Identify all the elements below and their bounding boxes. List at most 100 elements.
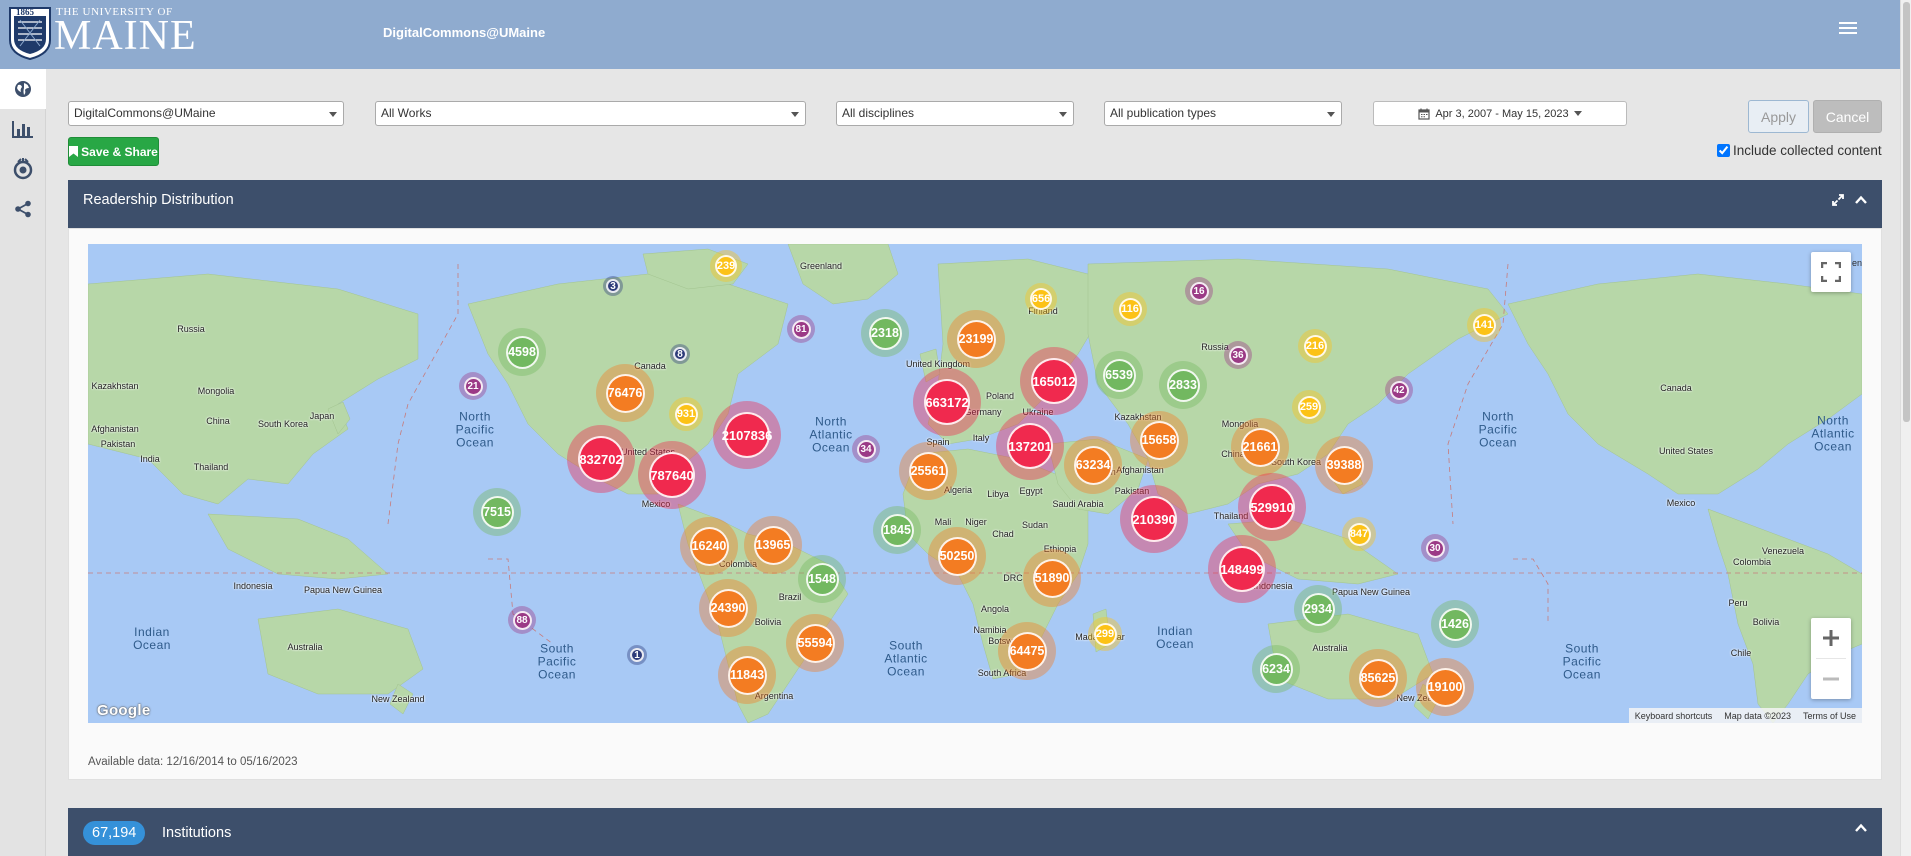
map-cluster[interactable]: 6539 bbox=[1095, 351, 1143, 399]
map-cluster-count: 116 bbox=[1118, 297, 1142, 321]
works-select[interactable]: All Works bbox=[375, 101, 806, 126]
publication-types-select[interactable]: All publication types bbox=[1104, 101, 1342, 126]
country-label: Peru bbox=[1728, 598, 1748, 608]
map-cluster[interactable]: 6234 bbox=[1252, 645, 1300, 693]
map-cluster[interactable]: 299 bbox=[1088, 617, 1122, 651]
map-cluster[interactable]: 2934 bbox=[1294, 585, 1342, 633]
map-cluster[interactable]: 148499 bbox=[1208, 535, 1276, 603]
map-cluster[interactable]: 216 bbox=[1298, 329, 1332, 363]
sidebar-item-map[interactable] bbox=[0, 69, 46, 109]
map-cluster[interactable]: 1845 bbox=[873, 506, 921, 554]
map-cluster[interactable]: 3 bbox=[603, 276, 623, 296]
institutions-panel-header: 67,194 Institutions bbox=[68, 808, 1882, 856]
map-cluster[interactable]: 137201 bbox=[996, 412, 1064, 480]
chevron-up-icon[interactable] bbox=[1854, 193, 1868, 207]
map-cluster[interactable]: 85625 bbox=[1349, 649, 1407, 707]
map-cluster[interactable]: 141 bbox=[1467, 308, 1501, 342]
map-cluster[interactable]: 39388 bbox=[1315, 436, 1373, 494]
map-cluster[interactable]: 21 bbox=[459, 372, 487, 400]
repository-select[interactable]: DigitalCommons@UMaine bbox=[68, 101, 344, 126]
university-logo[interactable]: 1865 THE UNIVERSITY OF MAINE bbox=[8, 6, 196, 61]
map-cluster[interactable]: 4598 bbox=[498, 328, 546, 376]
map-cluster[interactable]: 663172 bbox=[913, 368, 981, 436]
map-cluster[interactable]: 847 bbox=[1342, 517, 1376, 551]
map-cluster[interactable]: 1548 bbox=[798, 555, 846, 603]
hamburger-menu-icon[interactable] bbox=[1839, 22, 1857, 36]
map-cluster[interactable]: 63234 bbox=[1064, 436, 1122, 494]
site-title[interactable]: DigitalCommons@UMaine bbox=[383, 25, 545, 40]
map-cluster[interactable]: 51890 bbox=[1023, 549, 1081, 607]
map-cluster[interactable]: 88 bbox=[508, 606, 536, 634]
map-cluster[interactable]: 210390 bbox=[1120, 485, 1188, 553]
bar-chart-icon bbox=[12, 121, 33, 138]
map-cluster[interactable]: 25561 bbox=[899, 442, 957, 500]
keyboard-shortcuts-link[interactable]: Keyboard shortcuts bbox=[1629, 711, 1719, 721]
map-cluster[interactable]: 15658 bbox=[1130, 411, 1188, 469]
date-range-picker[interactable]: Apr 3, 2007 - May 15, 2023 bbox=[1373, 101, 1627, 126]
map-cluster[interactable]: 11843 bbox=[718, 646, 776, 704]
map-cluster[interactable]: 50250 bbox=[928, 527, 986, 585]
country-label: South Korea bbox=[257, 419, 309, 429]
sidebar-item-share[interactable] bbox=[0, 189, 46, 229]
chevron-up-icon[interactable] bbox=[1854, 821, 1868, 835]
map-cluster[interactable]: 7515 bbox=[473, 488, 521, 536]
map-cluster[interactable]: 787640 bbox=[638, 441, 706, 509]
map-cluster[interactable]: 116 bbox=[1113, 292, 1147, 326]
country-label: New Zealand bbox=[371, 694, 425, 704]
map-cluster[interactable]: 16 bbox=[1185, 277, 1213, 305]
map-cluster[interactable]: 259 bbox=[1292, 390, 1326, 424]
map-cluster[interactable]: 2107836 bbox=[713, 401, 781, 469]
map-cluster[interactable]: 165012 bbox=[1020, 347, 1088, 415]
scrollbar-thumb[interactable] bbox=[1903, 2, 1910, 422]
map-zoom-control bbox=[1811, 618, 1851, 699]
map-cluster[interactable]: 2833 bbox=[1159, 361, 1207, 409]
map-cluster[interactable]: 13965 bbox=[744, 516, 802, 574]
expand-icon[interactable] bbox=[1831, 193, 1845, 207]
map-cluster[interactable]: 42 bbox=[1385, 376, 1413, 404]
page-scrollbar[interactable] bbox=[1900, 0, 1911, 856]
map-cluster[interactable]: 832702 bbox=[567, 425, 635, 493]
map-cluster[interactable]: 1 bbox=[627, 645, 647, 665]
map-cluster[interactable]: 1426 bbox=[1431, 600, 1479, 648]
terms-of-use-link[interactable]: Terms of Use bbox=[1797, 711, 1862, 721]
map-cluster[interactable]: 8 bbox=[670, 344, 690, 364]
disciplines-select[interactable]: All disciplines bbox=[836, 101, 1074, 126]
map-cluster[interactable]: 24390 bbox=[699, 579, 757, 637]
map-cluster[interactable]: 64475 bbox=[998, 622, 1056, 680]
readership-map[interactable]: Greenland Russia Kazakhstan Mongolia China So… bbox=[88, 244, 1862, 723]
map-cluster[interactable]: 81 bbox=[787, 315, 815, 343]
map-cluster-count: 2107836 bbox=[722, 412, 772, 458]
apply-button[interactable]: Apply bbox=[1748, 100, 1809, 133]
country-label: United States bbox=[1658, 446, 1714, 456]
map-cluster[interactable]: 23199 bbox=[947, 310, 1005, 368]
map-cluster[interactable]: 30 bbox=[1421, 534, 1449, 562]
map-fullscreen-button[interactable] bbox=[1811, 252, 1851, 292]
map-cluster[interactable]: 36 bbox=[1224, 341, 1252, 369]
map-cluster[interactable]: 529910 bbox=[1238, 473, 1306, 541]
map-cluster[interactable]: 21661 bbox=[1231, 418, 1289, 476]
map-cluster[interactable]: 656 bbox=[1025, 283, 1057, 315]
country-label: Namibia bbox=[973, 625, 1007, 635]
map-cluster-count: 42 bbox=[1389, 380, 1409, 400]
zoom-in-button[interactable] bbox=[1811, 618, 1851, 658]
map-cluster[interactable]: 19100 bbox=[1416, 658, 1474, 716]
zoom-out-button[interactable] bbox=[1811, 659, 1851, 699]
map-cluster-count: 63234 bbox=[1073, 445, 1113, 485]
include-collected-checkbox[interactable] bbox=[1717, 144, 1730, 157]
sidebar-item-reports[interactable] bbox=[0, 109, 46, 149]
map-cluster[interactable]: 931 bbox=[669, 397, 703, 431]
country-label: Pakistan bbox=[100, 439, 136, 449]
map-cluster[interactable]: 34 bbox=[852, 435, 880, 463]
map-cluster[interactable]: 16240 bbox=[680, 517, 738, 575]
map-cluster-count: 25561 bbox=[908, 451, 948, 491]
map-cluster[interactable]: 239 bbox=[710, 250, 742, 282]
country-label: Afghanistan bbox=[91, 424, 139, 434]
include-collected-toggle[interactable]: Include collected content bbox=[1717, 143, 1882, 158]
save-share-button[interactable]: Save & Share bbox=[68, 137, 159, 166]
cancel-button[interactable]: Cancel bbox=[1813, 100, 1882, 133]
map-cluster[interactable]: 55594 bbox=[786, 614, 844, 672]
map-cluster[interactable]: 76476 bbox=[596, 364, 654, 422]
map-cluster[interactable]: 2318 bbox=[861, 309, 909, 357]
disciplines-select-value: All disciplines bbox=[842, 106, 915, 120]
sidebar-item-commons[interactable] bbox=[0, 149, 46, 189]
